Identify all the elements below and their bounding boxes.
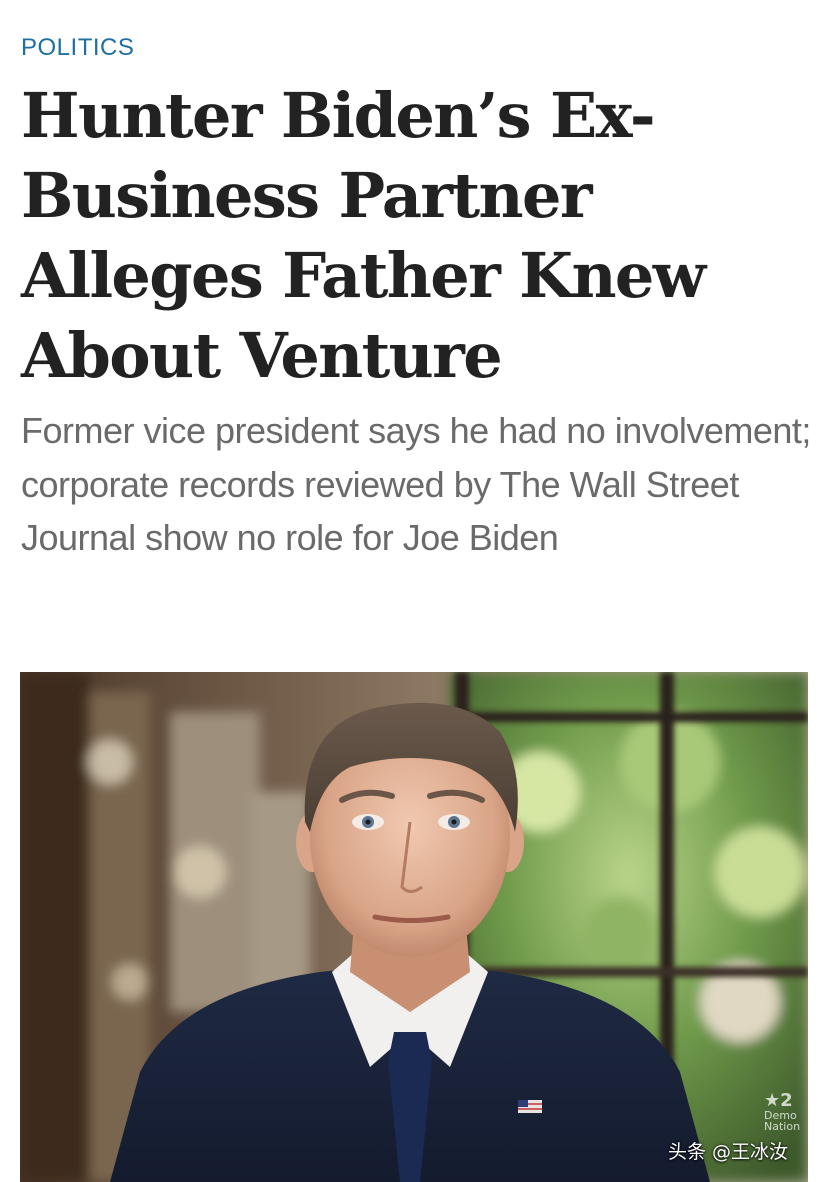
lead-photo-illustration <box>20 672 808 1182</box>
watermark: 头条 @王冰汝 <box>667 1141 788 1163</box>
lead-photo[interactable]: ★2 Demo Nation 头条 @王冰汝 <box>20 672 808 1182</box>
section-label[interactable]: POLITICS <box>21 34 134 62</box>
headline: Hunter Biden’s Ex-Business Partner Alleg… <box>21 79 706 392</box>
dek-summary: Former vice president says he had no inv… <box>21 410 811 558</box>
article: POLITICS Hunter Biden’s Ex-Business Part… <box>0 0 828 1182</box>
dnc-logo-icon: ★2 Demo Nation <box>764 1090 801 1133</box>
